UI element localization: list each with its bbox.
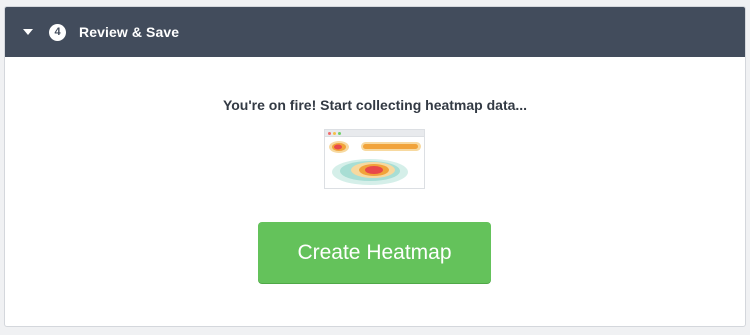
panel-header-review-save[interactable]: 4 Review & Save (5, 7, 745, 57)
panel-title: Review & Save (79, 24, 180, 40)
page: 4 Review & Save You're on fire! Start co… (0, 0, 750, 335)
browser-bar (325, 130, 424, 137)
panel-body: You're on fire! Start collecting heatmap… (5, 57, 745, 326)
heatmap-preview-graphic (329, 141, 421, 185)
review-save-panel: 4 Review & Save You're on fire! Start co… (4, 6, 746, 327)
window-dot-red (328, 131, 331, 135)
caret-down-icon[interactable] (23, 29, 33, 35)
window-dot-yellow (333, 131, 336, 135)
window-dot-green (338, 131, 341, 135)
heatmap-preview-icon (324, 129, 425, 189)
step-number-badge: 4 (49, 23, 66, 41)
status-message: You're on fire! Start collecting heatmap… (222, 97, 528, 113)
create-heatmap-button[interactable]: Create Heatmap (258, 222, 491, 283)
